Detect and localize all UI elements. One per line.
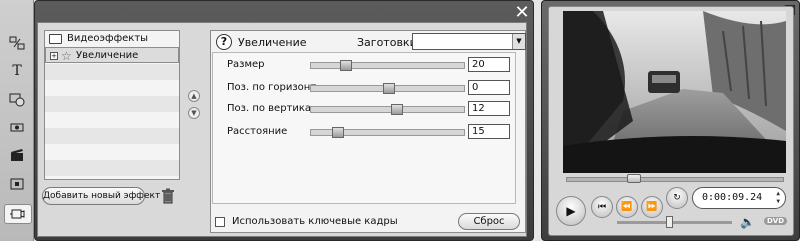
list-item <box>45 80 179 96</box>
expand-icon[interactable]: + <box>50 52 58 60</box>
param-label: Размер <box>227 59 265 70</box>
slider-thumb[interactable] <box>332 127 344 138</box>
move-down-icon[interactable]: ▼ <box>188 107 200 119</box>
list-item <box>45 144 179 160</box>
parameters-area: Размер 20 Поз. по горизонт. 0 Поз. по ве… <box>212 52 516 204</box>
list-item <box>45 160 179 176</box>
dvd-badge: DVD <box>764 217 788 225</box>
close-icon[interactable]: ✕ <box>513 4 531 22</box>
slider-thumb[interactable] <box>391 104 403 115</box>
list-item <box>45 128 179 144</box>
rewind-icon[interactable]: ⏪ <box>616 196 638 218</box>
param-row-horizontal: Поз. по горизонт. 0 <box>213 79 515 97</box>
star-icon: ☆ <box>61 49 72 63</box>
go-to-start-icon[interactable]: ⏮ <box>591 196 613 218</box>
video-preview <box>563 11 786 173</box>
param-value-input[interactable]: 20 <box>468 57 510 72</box>
param-value-input[interactable]: 12 <box>468 101 510 116</box>
list-item <box>45 96 179 112</box>
trash-icon[interactable] <box>160 188 176 204</box>
volume-slider[interactable] <box>617 221 732 224</box>
param-slider[interactable] <box>310 127 465 138</box>
param-value-input[interactable]: 0 <box>468 80 510 95</box>
param-slider[interactable] <box>310 60 465 71</box>
param-row-vertical: Поз. по вертика... 12 <box>213 100 515 118</box>
effects-tree: Видеоэффекты + ☆ Увеличение <box>44 30 180 180</box>
timecode-field[interactable]: 0:00:09.24 ▲ ▼ <box>692 187 786 209</box>
param-label: Поз. по вертика... <box>227 103 321 114</box>
keyframes-checkbox[interactable] <box>215 217 225 227</box>
list-item <box>45 64 179 80</box>
chevron-down-icon[interactable]: ▼ <box>512 34 525 49</box>
timeline-scrubber[interactable] <box>566 177 784 182</box>
reorder-buttons: ▲ ▼ <box>188 90 202 122</box>
effect-title: Увеличение <box>238 36 307 49</box>
param-value-input[interactable]: 15 <box>468 124 510 139</box>
folder-icon <box>49 34 62 44</box>
param-label: Расстояние <box>227 126 288 137</box>
left-toolbar: T <box>0 0 34 241</box>
timecode-value: 0:00:09.24 <box>702 192 763 203</box>
volume-thumb[interactable] <box>666 216 673 228</box>
play-button[interactable]: ▶ <box>556 196 586 226</box>
param-row-size: Размер 20 <box>213 56 515 74</box>
add-effect-button[interactable]: Добавить новый эффект <box>42 187 160 205</box>
move-up-icon[interactable]: ▲ <box>188 90 200 102</box>
reset-button[interactable]: Сброс <box>458 213 520 230</box>
param-slider[interactable] <box>310 104 465 115</box>
scrubber-thumb[interactable] <box>627 174 641 183</box>
slider-thumb[interactable] <box>383 83 395 94</box>
keyframes-label: Использовать ключевые кадры <box>232 216 398 227</box>
menu-icon[interactable] <box>8 175 26 193</box>
tree-row-category[interactable]: Видеоэффекты <box>45 31 179 47</box>
clapper-icon[interactable] <box>8 146 26 164</box>
speaker-icon[interactable]: 🔈 <box>740 215 755 229</box>
presets-dropdown[interactable]: ▼ <box>412 33 526 50</box>
audio-icon[interactable] <box>8 118 26 136</box>
param-row-distance: Расстояние 15 <box>213 123 515 141</box>
presets-label: Заготовки: <box>357 36 421 49</box>
slider-thumb[interactable] <box>340 60 352 71</box>
fast-forward-icon[interactable]: ⏩ <box>641 196 663 218</box>
transitions-icon[interactable] <box>8 34 26 52</box>
loop-icon[interactable]: ↻ <box>666 187 688 209</box>
effects-icon[interactable] <box>8 90 26 108</box>
effect-label: Увеличение <box>76 50 139 61</box>
category-label: Видеоэффекты <box>67 33 149 44</box>
help-icon[interactable]: ? <box>216 34 232 50</box>
param-label: Поз. по горизонт. <box>227 82 320 93</box>
timecode-spinner[interactable]: ▲ ▼ <box>776 190 780 206</box>
tree-row-selected-effect[interactable]: + ☆ Увеличение <box>45 47 179 63</box>
list-item <box>45 112 179 128</box>
video-effects-icon[interactable] <box>8 205 26 223</box>
title-icon[interactable]: T <box>8 62 26 80</box>
param-slider[interactable] <box>310 83 465 94</box>
